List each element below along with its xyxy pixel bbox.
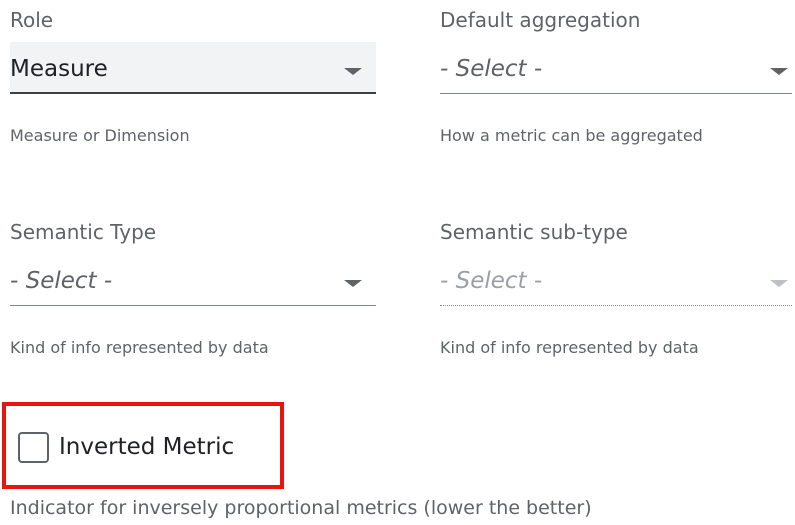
role-label: Role bbox=[10, 8, 54, 32]
default-aggregation-helper-text: How a metric can be aggregated bbox=[440, 126, 703, 145]
semantic-type-select-underline bbox=[10, 305, 376, 306]
role-select[interactable]: Measure bbox=[10, 42, 376, 94]
semantic-subtype-select-underline bbox=[440, 305, 792, 306]
chevron-down-icon bbox=[344, 280, 362, 287]
inverted-metric-label: Inverted Metric bbox=[59, 434, 235, 460]
role-helper-text: Measure or Dimension bbox=[10, 126, 190, 145]
default-aggregation-field: Default aggregation - Select - How a met… bbox=[440, 8, 792, 148]
role-field: Role Measure Measure or Dimension bbox=[10, 8, 376, 148]
inverted-metric-checkbox-row[interactable]: Inverted Metric bbox=[18, 427, 234, 467]
inverted-metric-helper-text: Indicator for inversely proportional met… bbox=[10, 497, 592, 519]
semantic-type-select[interactable]: - Select - bbox=[10, 254, 376, 306]
semantic-subtype-label: Semantic sub-type bbox=[440, 220, 628, 244]
chevron-down-icon bbox=[770, 280, 788, 287]
semantic-subtype-select-value: - Select - bbox=[440, 268, 543, 294]
default-aggregation-select-underline bbox=[440, 93, 792, 94]
role-select-underline bbox=[10, 92, 376, 94]
default-aggregation-select[interactable]: - Select - bbox=[440, 42, 792, 94]
role-select-value: Measure bbox=[10, 56, 108, 82]
semantic-type-field: Semantic Type - Select - Kind of info re… bbox=[10, 220, 376, 360]
semantic-type-label: Semantic Type bbox=[10, 220, 157, 244]
default-aggregation-select-value: - Select - bbox=[440, 56, 543, 82]
semantic-type-helper-text: Kind of info represented by data bbox=[10, 338, 269, 357]
inverted-metric-checkbox[interactable] bbox=[18, 431, 49, 463]
semantic-type-select-value: - Select - bbox=[10, 268, 113, 294]
default-aggregation-label: Default aggregation bbox=[440, 8, 641, 32]
semantic-subtype-select: - Select - bbox=[440, 254, 792, 306]
chevron-down-icon bbox=[770, 68, 788, 75]
semantic-subtype-field: Semantic sub-type - Select - Kind of inf… bbox=[440, 220, 792, 360]
semantic-subtype-helper-text: Kind of info represented by data bbox=[440, 338, 699, 357]
chevron-down-icon bbox=[344, 68, 362, 75]
